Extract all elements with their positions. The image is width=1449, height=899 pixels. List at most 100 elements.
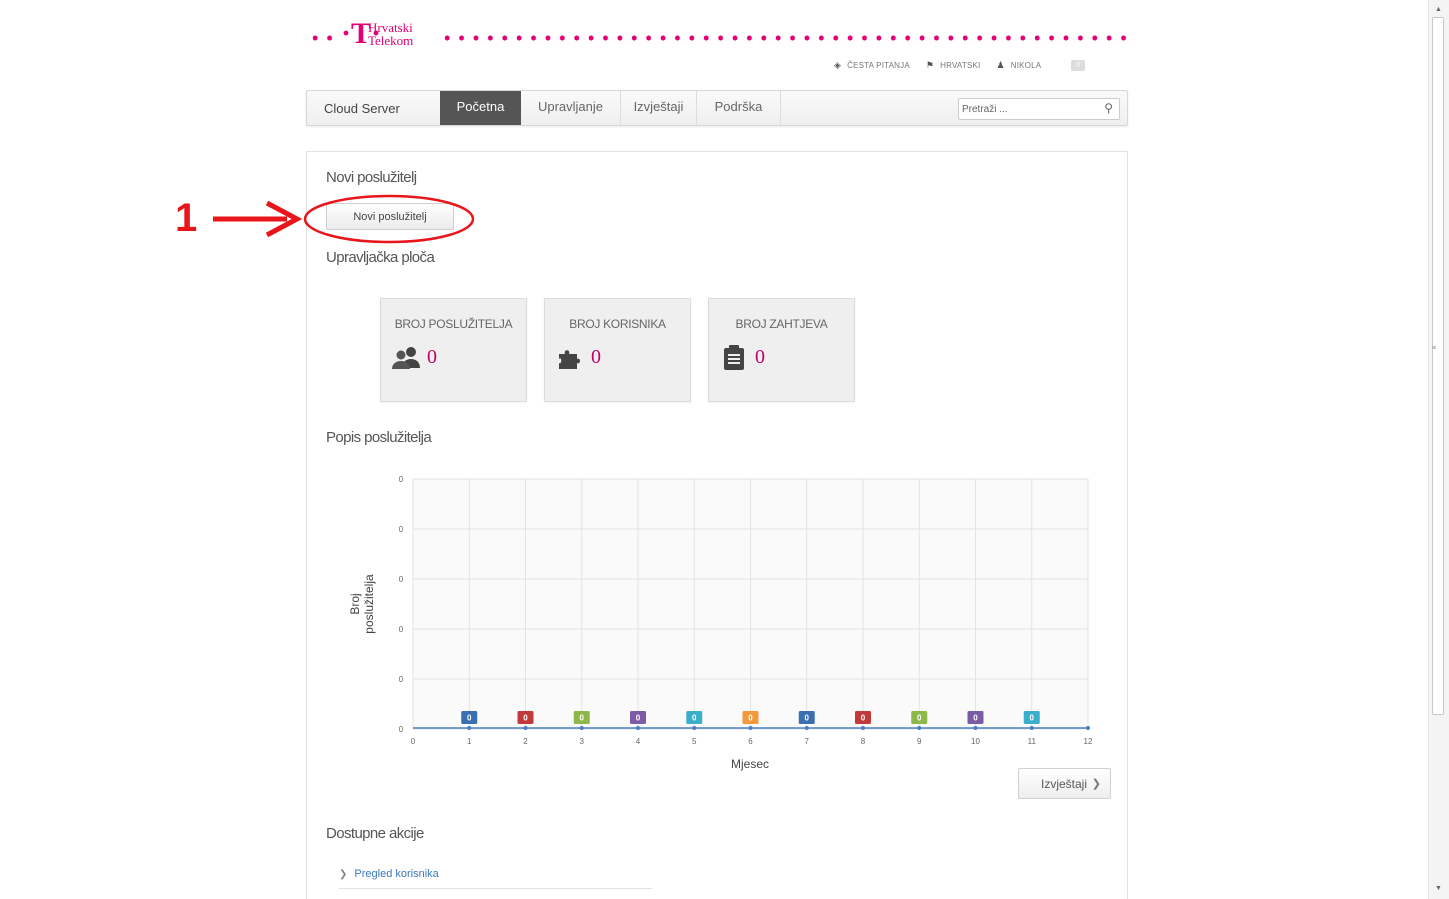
scroll-up-arrow-icon[interactable]: ▲: [1435, 6, 1442, 13]
user-link[interactable]: ♟ NIKOLA: [996, 60, 1041, 71]
vertical-scrollbar[interactable]: ▲ ≡ ▼: [1428, 0, 1449, 899]
chart-x-tick-label: 1: [467, 737, 472, 746]
action-link-label: Pregled korisnika: [354, 868, 439, 880]
stat-label: BROJ ZAHTJEVA: [735, 317, 828, 331]
chart-x-tick-label: 5: [692, 737, 697, 746]
chart-data-label: 0: [467, 714, 472, 723]
nav-brand[interactable]: Cloud Server: [324, 101, 400, 116]
stat-label: BROJ POSLUŽITELJA: [394, 317, 513, 331]
actions-title: Dostupne akcije: [326, 825, 424, 842]
chart-x-tick-label: 11: [1028, 737, 1037, 746]
tab-pocetna[interactable]: Početna: [440, 91, 521, 125]
server-list-title: Popis poslužitelja: [326, 429, 432, 446]
search-icon[interactable]: ⚲: [1104, 101, 1113, 115]
chart-data-label: 0: [523, 714, 528, 723]
dashboard-title: Upravljačka ploča: [326, 249, 435, 266]
chart-data-point: [748, 726, 753, 730]
tab-upravljanje[interactable]: Upravljanje: [521, 91, 621, 125]
annotation-ellipse: [303, 194, 475, 244]
chart-data-label: 0: [917, 714, 922, 723]
annotation-arrow-ellipse: [213, 194, 475, 244]
stat-card-servers: BROJ POSLUŽITELJA 0: [380, 298, 527, 402]
users-icon: [390, 345, 422, 371]
chart-data-point: [917, 726, 922, 730]
stat-value: 0: [427, 346, 437, 368]
clipboard-icon: [718, 345, 750, 371]
chart-data-point: [1029, 726, 1034, 730]
user-icon: ♟: [996, 59, 1005, 70]
chart-data-point: [636, 726, 640, 730]
search-input[interactable]: [959, 99, 1089, 120]
utility-links: ◈ ČESTA PITANJA ⚑ HRVATSKI ♟ NIKOLA 0: [834, 58, 1086, 72]
chart-data-point: [692, 726, 697, 730]
chart-data-label: 0: [861, 714, 866, 723]
tab-izvjestaji[interactable]: Izvještaji: [621, 91, 697, 125]
language-link[interactable]: ⚑ HRVATSKI: [926, 60, 981, 71]
chart-data-point: [861, 726, 865, 730]
stat-card-users: BROJ KORISNIKA 0: [544, 298, 691, 402]
chart-data-label: 0: [748, 714, 753, 723]
action-link-pregled-korisnika[interactable]: ❯ Pregled korisnika: [339, 868, 652, 880]
scroll-down-arrow-icon[interactable]: ▼: [1435, 885, 1442, 892]
brand-header: ·T· Hrvatski Telekom: [308, 19, 1130, 50]
chart-y-tick-label: 0: [399, 625, 404, 634]
faq-link[interactable]: ◈ ČESTA PITANJA: [834, 60, 910, 71]
chart-y-tick-label: 0: [399, 725, 404, 734]
puzzle-icon: [554, 345, 586, 371]
chart-x-tick-label: 10: [971, 737, 980, 746]
brand-dots-left: [308, 35, 338, 41]
chart-data-point: [579, 726, 584, 730]
chart-data-label: 0: [805, 714, 810, 723]
chevron-right-icon: ❯: [1091, 778, 1101, 790]
chart-data-label: 0: [973, 714, 978, 723]
reports-button-label: Izvještaji: [1041, 776, 1088, 791]
chart-x-tick-label: 6: [748, 737, 753, 746]
action-divider: [339, 888, 652, 889]
chart-y-axis-label-line2: poslužitelja: [362, 574, 376, 634]
stat-value: 0: [591, 346, 601, 368]
language-link-label: HRVATSKI: [940, 60, 981, 70]
scrollbar-grip-icon: ≡: [1432, 345, 1437, 352]
chart-data-label: 0: [580, 714, 585, 723]
chart-y-tick-label: 0: [399, 675, 404, 684]
chart-data-label: 0: [636, 714, 641, 723]
new-server-title: Novi poslužitelj: [326, 169, 417, 186]
chart-x-tick-label: 4: [636, 737, 641, 746]
server-chart-svg: 0 1 2 3 4 5 6 7 8 9 10 11 12000000MjesecBroj poslužit…: [348, 475, 1093, 771]
chart-data-point: [973, 726, 978, 730]
annotation-arrow-icon: [213, 200, 303, 238]
notification-badge[interactable]: 0: [1071, 59, 1086, 71]
chart-y-tick-label: 0: [399, 525, 404, 534]
stat-label: BROJ KORISNIKA: [569, 317, 666, 331]
chart-data-point: [804, 726, 809, 730]
chart-data-point: [467, 726, 472, 730]
brand-logo-line2: Telekom: [368, 33, 414, 48]
chart-x-tick-label: 3: [580, 737, 585, 746]
search-box: ⚲: [958, 98, 1120, 120]
chart-x-tick-label: 8: [861, 737, 866, 746]
chat-icon: ◈: [834, 59, 842, 70]
chart-x-tick-label: 0: [411, 737, 416, 746]
main-panel: Novi poslužitelj Novi poslužitelj Upravl…: [306, 151, 1128, 899]
server-chart: 0 1 2 3 4 5 6 7 8 9 10 11 12 0 0 0 0 0 0 Mjesec Broj poslužit…: [307, 462, 1127, 772]
chart-x-tick-label: 9: [917, 737, 922, 746]
chart-y-tick-label: 0: [399, 475, 404, 484]
brand-logo-text[interactable]: Hrvatski Telekom: [368, 21, 413, 47]
chart-data-label: 0: [1030, 714, 1035, 723]
chart-x-axis-label: Mjesec: [731, 757, 769, 771]
chart-y-axis-label-line1: Broj: [348, 593, 362, 614]
main-navbar: Cloud Server Početna Upravljanje Izvješt…: [306, 90, 1128, 126]
user-link-label: NIKOLA: [1010, 60, 1042, 70]
chart-data-label: 0: [692, 714, 697, 723]
reports-button[interactable]: Izvještaji ❯: [1018, 768, 1111, 799]
scrollbar-thumb[interactable]: [1432, 17, 1444, 715]
tab-podrska[interactable]: Podrška: [697, 91, 781, 125]
flag-icon: ⚑: [925, 59, 935, 70]
chart-x-tick-label: 12: [1084, 737, 1093, 746]
brand-dots-right: [440, 35, 1130, 41]
stat-card-requests: BROJ ZAHTJEVA 0: [708, 298, 855, 402]
chart-x-tick-label: 2: [523, 737, 528, 746]
annotation-number: 1: [175, 196, 198, 240]
chart-data-point: [523, 726, 528, 730]
chart-x-tick-label: 7: [805, 737, 810, 746]
